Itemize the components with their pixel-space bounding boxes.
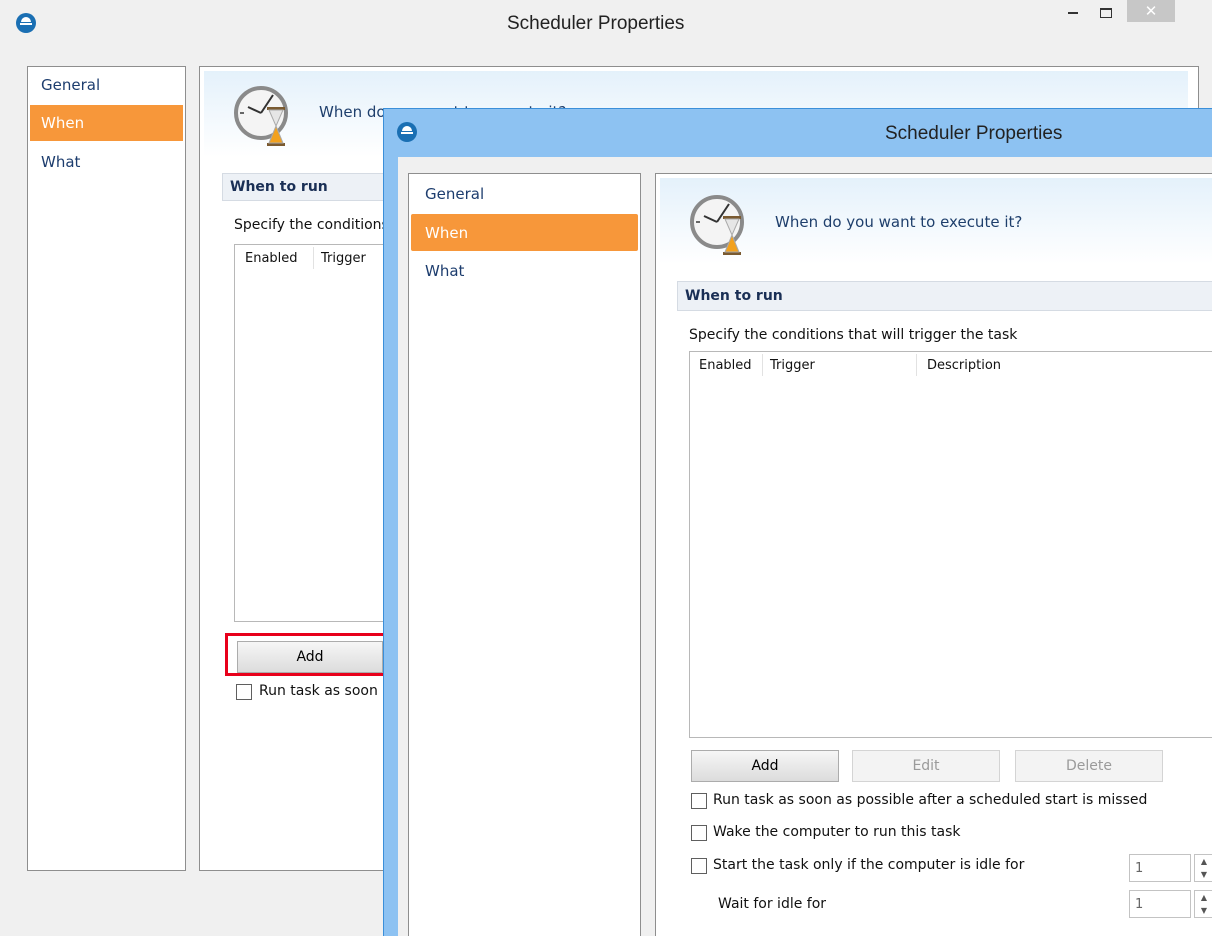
- front-idle-checkbox[interactable]: [691, 858, 707, 874]
- front-run-missed-checkbox[interactable]: [691, 793, 707, 809]
- front-col-enabled[interactable]: Enabled: [699, 352, 752, 378]
- front-window-title: Scheduler Properties: [885, 123, 1063, 144]
- back-col-trigger[interactable]: Trigger: [321, 245, 366, 271]
- front-nav-panel: General When What: [408, 173, 641, 936]
- back-nav-general[interactable]: General: [41, 76, 100, 94]
- front-delete-button[interactable]: Delete: [1015, 750, 1163, 782]
- front-left-border: [384, 157, 398, 936]
- back-run-missed-checkbox[interactable]: [236, 684, 252, 700]
- spin-up-icon[interactable]: ▲: [1201, 857, 1207, 866]
- front-section-header: When to run: [677, 281, 1212, 311]
- back-nav-what[interactable]: What: [41, 153, 80, 171]
- minimize-button[interactable]: [1058, 2, 1088, 24]
- spin-down-icon[interactable]: ▼: [1201, 906, 1207, 915]
- close-button[interactable]: ✕: [1127, 0, 1175, 22]
- spin-down-icon[interactable]: ▼: [1201, 870, 1207, 879]
- front-conditions-label: Specify the conditions that will trigger…: [689, 327, 1018, 343]
- front-col-separator-2: [916, 354, 917, 376]
- front-col-trigger[interactable]: Trigger: [770, 352, 815, 378]
- front-nav-when[interactable]: When: [411, 214, 638, 251]
- front-edit-button[interactable]: Edit: [852, 750, 1000, 782]
- minimize-icon: [1068, 12, 1078, 14]
- back-col-separator: [313, 247, 314, 269]
- back-col-enabled[interactable]: Enabled: [245, 245, 298, 271]
- close-icon: ✕: [1144, 2, 1158, 20]
- front-wait-spin-buttons[interactable]: ▲ ▼: [1194, 890, 1212, 918]
- back-titlebar: Scheduler Properties ✕: [0, 0, 1212, 48]
- front-content-panel: When do you want to execute it? When to …: [655, 173, 1212, 936]
- front-wait-label: Wait for idle for: [718, 896, 827, 912]
- front-idle-label: Start the task only if the computer is i…: [713, 857, 1025, 873]
- front-add-button[interactable]: Add: [691, 750, 839, 782]
- front-idle-spin-buttons[interactable]: ▲ ▼: [1194, 854, 1212, 882]
- back-nav-when[interactable]: When: [30, 105, 183, 141]
- front-trigger-list[interactable]: Enabled Trigger Description: [689, 351, 1212, 738]
- front-col-separator-1: [762, 354, 763, 376]
- front-wake-checkbox[interactable]: [691, 825, 707, 841]
- spin-up-icon[interactable]: ▲: [1201, 893, 1207, 902]
- front-idle-value-input[interactable]: 1: [1129, 854, 1191, 882]
- front-titlebar: Scheduler Properties: [384, 109, 1212, 157]
- front-run-missed-label: Run task as soon as possible after a sch…: [713, 792, 1148, 808]
- back-nav-panel: General When What: [27, 66, 186, 871]
- front-banner-text: When do you want to execute it?: [775, 213, 1023, 231]
- maximize-icon: [1100, 8, 1112, 18]
- front-wait-value-input[interactable]: 1: [1129, 890, 1191, 918]
- front-clock-hourglass-icon: [690, 195, 744, 255]
- front-wake-label: Wake the computer to run this task: [713, 824, 961, 840]
- clock-hourglass-icon: [234, 86, 288, 146]
- app-logo-icon: [16, 13, 36, 33]
- back-window-title: Scheduler Properties: [507, 13, 685, 34]
- front-window: Scheduler Properties General When What W…: [383, 108, 1212, 936]
- front-nav-general[interactable]: General: [425, 185, 484, 203]
- front-nav-what[interactable]: What: [425, 262, 464, 280]
- front-col-description[interactable]: Description: [927, 352, 1001, 378]
- maximize-button[interactable]: [1091, 2, 1121, 24]
- front-app-logo-icon: [397, 122, 417, 142]
- add-button-highlight: [225, 633, 386, 676]
